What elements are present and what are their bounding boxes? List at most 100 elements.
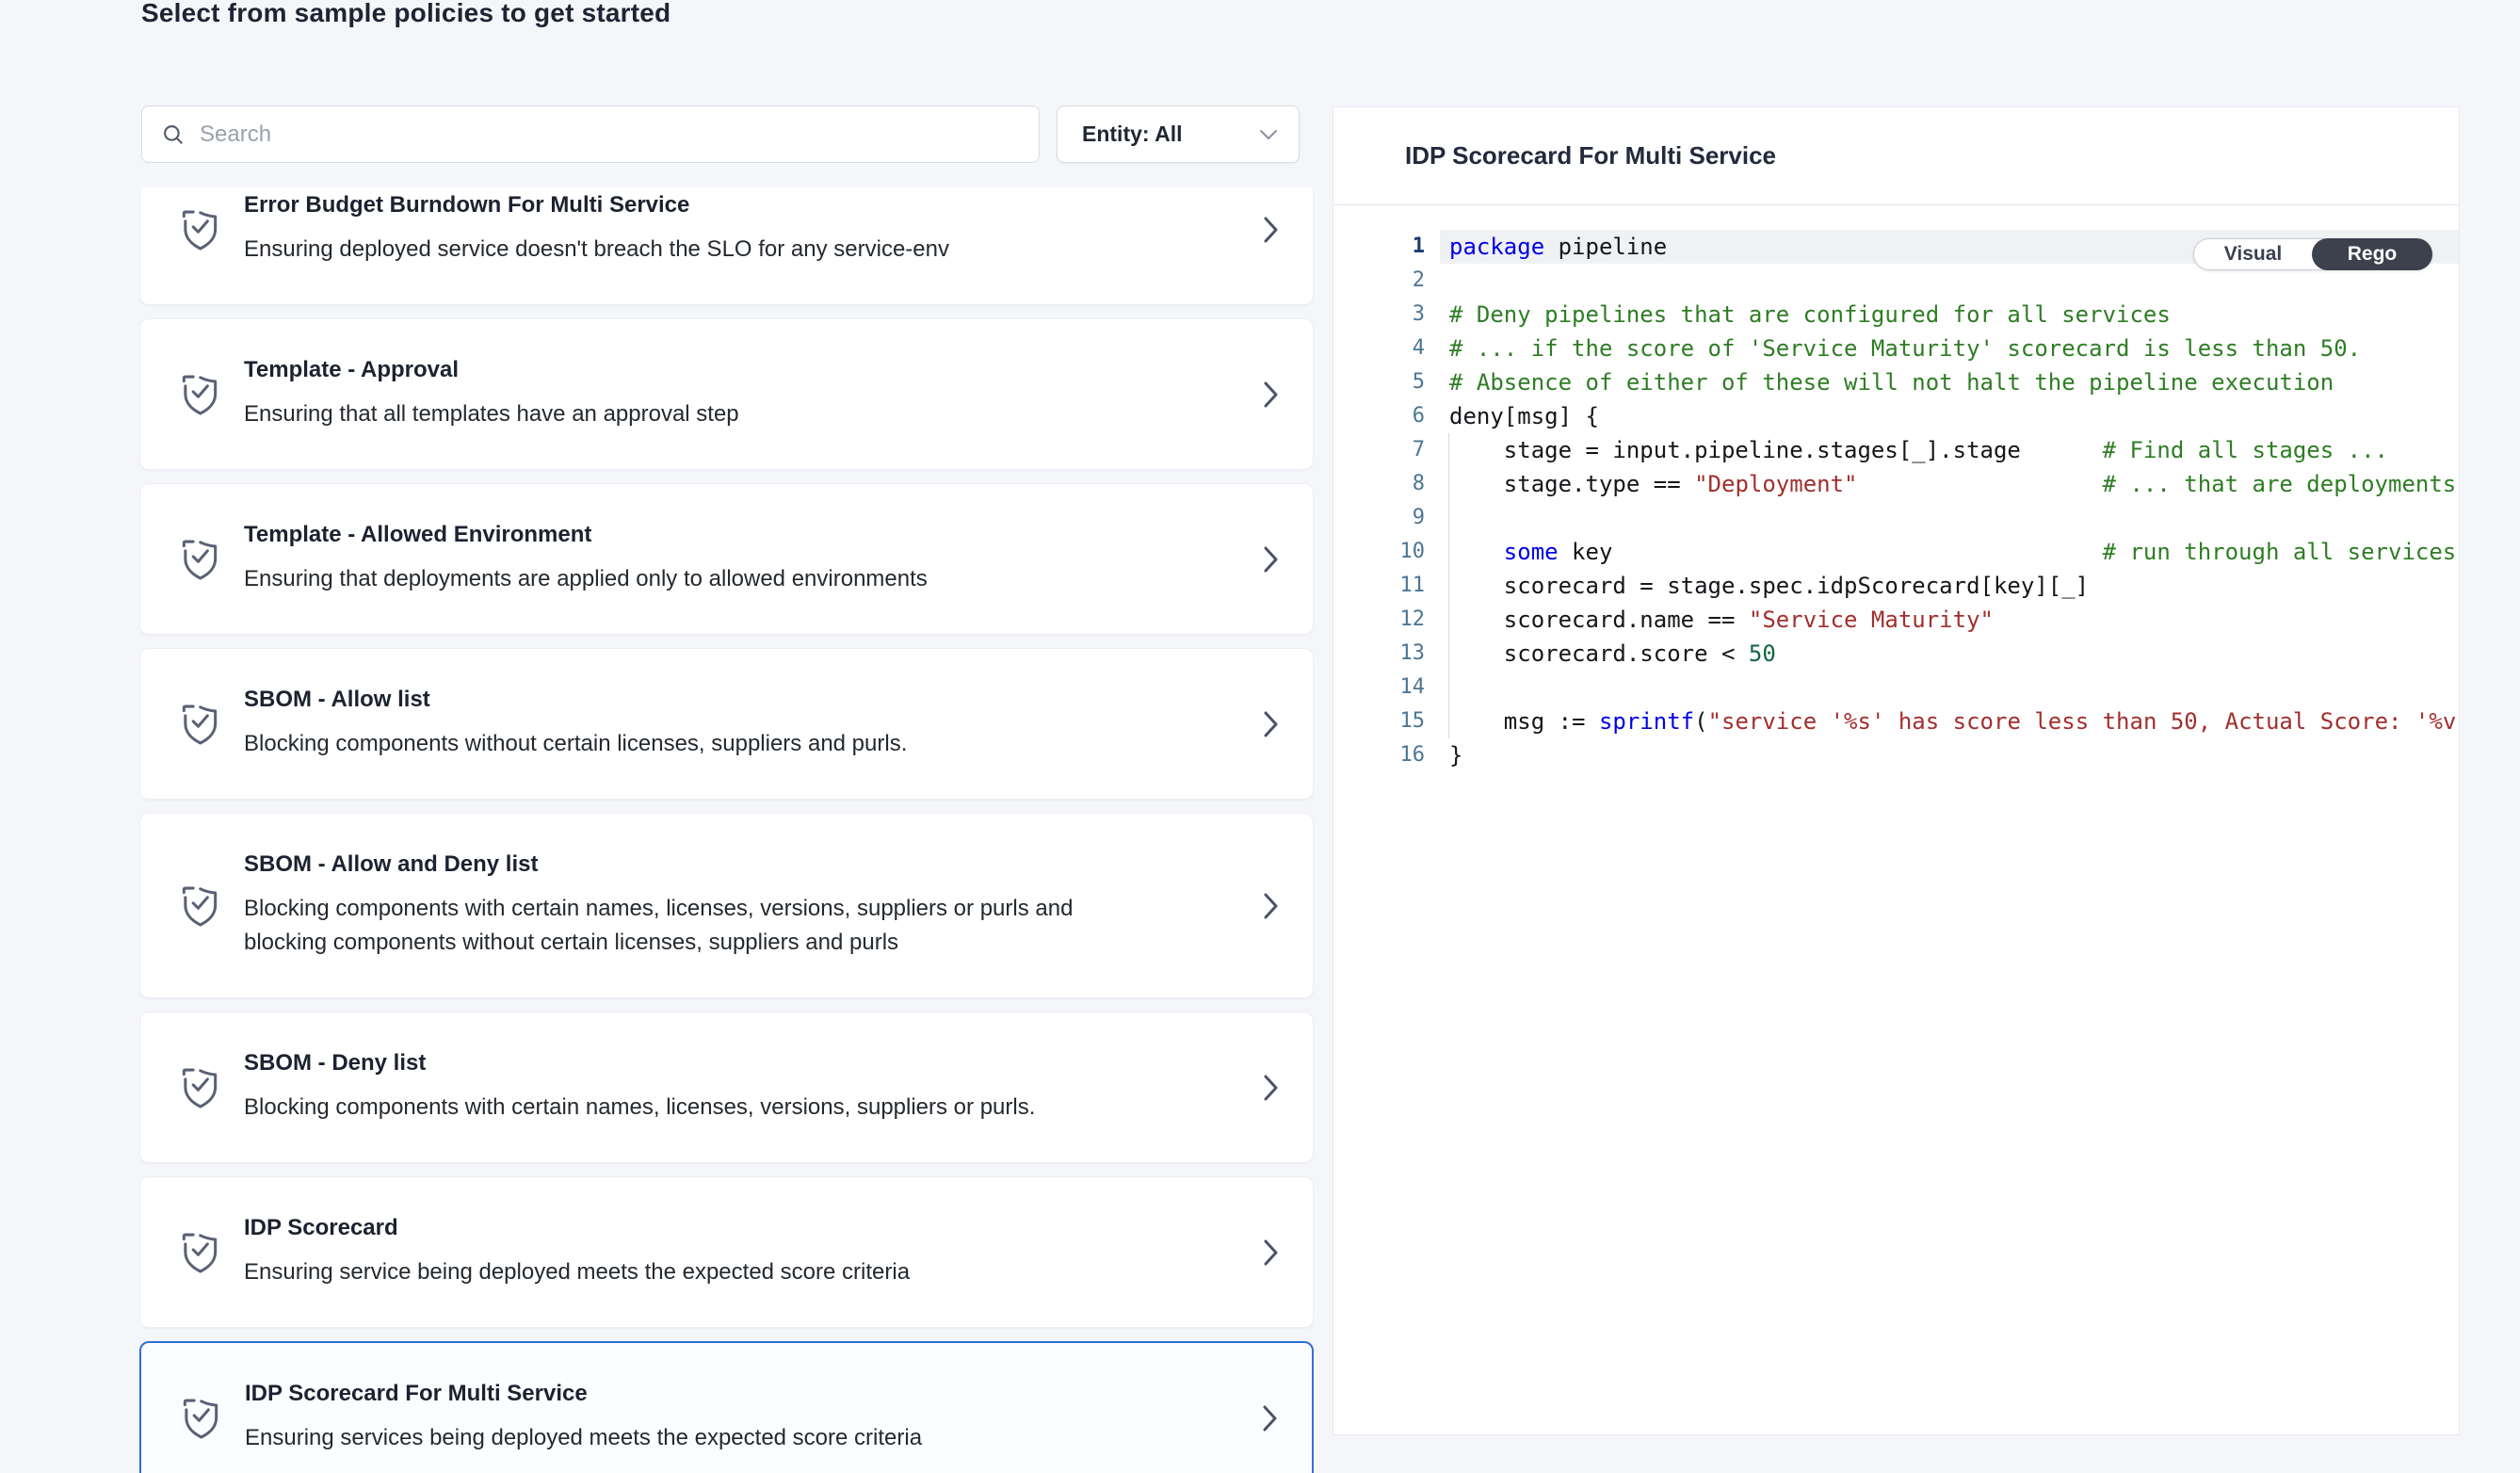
policy-card[interactable]: SBOM - Allow list Blocking components wi… [139, 648, 1314, 800]
policy-card[interactable]: IDP Scorecard Ensuring service being dep… [139, 1176, 1314, 1328]
entity-filter-dropdown[interactable]: Entity: All [1057, 105, 1300, 163]
line-content: # ... if the score of 'Service Maturity'… [1440, 332, 2459, 365]
line-number: 14 [1333, 671, 1425, 704]
chevron-right-icon [1264, 380, 1279, 409]
policy-shield-check-icon [178, 1064, 221, 1111]
policy-card-title: Error Budget Burndown For Multi Service [244, 192, 949, 219]
chevron-right-icon [1264, 545, 1279, 574]
chevron-right-icon [1264, 892, 1279, 920]
line-number: 15 [1333, 704, 1425, 738]
search-icon [161, 122, 186, 147]
chevron-right-icon [1264, 1238, 1279, 1267]
policy-shield-check-icon [179, 1395, 222, 1442]
visual-rego-toggle[interactable]: Visual Rego [2193, 238, 2432, 270]
policy-card-description: Blocking components with certain names, … [244, 892, 1120, 960]
line-content: msg := sprintf("service '%s' has score l… [1440, 704, 2459, 738]
policy-card-title: Template - Approval [244, 357, 739, 383]
preview-title: IDP Scorecard For Multi Service [1405, 141, 1776, 170]
policy-card-text: SBOM - Deny list Blocking components wit… [244, 1050, 1035, 1125]
policy-card-text: IDP Scorecard Ensuring service being dep… [244, 1215, 910, 1289]
code-line: 6 deny[msg] { [1333, 399, 2459, 433]
policy-card-title: SBOM - Deny list [244, 1050, 1035, 1076]
code-line: 12 scorecard.name == "Service Maturity" [1333, 603, 2459, 637]
policy-shield-check-icon [178, 371, 221, 418]
code-line: 3 # Deny pipelines that are configured f… [1333, 298, 2459, 332]
code-line: 14 [1333, 671, 2459, 704]
chevron-right-icon [1264, 216, 1279, 244]
line-number: 13 [1333, 637, 1425, 671]
policy-card[interactable]: SBOM - Allow and Deny list Blocking comp… [139, 813, 1314, 998]
line-number: 4 [1333, 332, 1425, 365]
chevron-right-icon [1264, 710, 1279, 738]
policy-card-title: IDP Scorecard [244, 1215, 910, 1241]
policy-card[interactable]: SBOM - Deny list Blocking components wit… [139, 1012, 1314, 1163]
policy-shield-check-icon [178, 536, 221, 583]
line-number: 9 [1333, 501, 1425, 535]
rego-code-editor[interactable]: 1 package pipeline 2 3 # Deny pipelines … [1333, 205, 2459, 772]
policy-card-title: SBOM - Allow list [244, 687, 907, 713]
policy-card-text: Template - Allowed Environment Ensuring … [244, 522, 928, 596]
line-number: 1 [1333, 230, 1425, 264]
policy-card[interactable]: Template - Approval Ensuring that all te… [139, 318, 1314, 470]
search-input[interactable] [200, 121, 1020, 148]
chevron-right-icon [1264, 1074, 1279, 1102]
policy-card-description: Blocking components with certain names, … [244, 1091, 1035, 1125]
line-number: 11 [1333, 569, 1425, 603]
policy-card-text: SBOM - Allow list Blocking components wi… [244, 687, 907, 761]
policy-list-viewport: Error Budget Burndown For Multi Service … [139, 187, 1314, 1473]
policy-card[interactable]: Error Budget Burndown For Multi Service … [139, 187, 1314, 305]
line-number: 2 [1333, 264, 1425, 298]
policy-shield-check-icon [178, 1229, 221, 1276]
policy-card-description: Ensuring service being deployed meets th… [244, 1255, 910, 1289]
line-content: scorecard.score < 50 [1440, 637, 2459, 671]
line-content: } [1440, 738, 2459, 772]
policy-shield-check-icon [178, 882, 221, 930]
policy-card-description: Ensuring that all templates have an appr… [244, 397, 739, 431]
policy-card-description: Ensuring deployed service doesn't breach… [244, 233, 949, 267]
preview-header: IDP Scorecard For Multi Service [1333, 107, 2459, 205]
policy-card[interactable]: Template - Allowed Environment Ensuring … [139, 483, 1314, 635]
code-line: 7 stage = input.pipeline.stages[_].stage… [1333, 433, 2459, 467]
line-content: stage.type == "Deployment" # ... that ar… [1440, 467, 2459, 501]
policy-preview-panel: IDP Scorecard For Multi Service Visual R… [1333, 106, 2460, 1435]
policy-card[interactable]: IDP Scorecard For Multi Service Ensuring… [139, 1341, 1314, 1473]
policy-card-text: Error Budget Burndown For Multi Service … [244, 192, 949, 267]
search-box[interactable] [141, 105, 1040, 163]
policy-list: Error Budget Burndown For Multi Service … [139, 187, 1314, 1473]
line-number: 5 [1333, 365, 1425, 399]
line-content: scorecard = stage.spec.idpScorecard[key]… [1440, 569, 2459, 603]
policy-shield-check-icon [178, 701, 221, 748]
code-line: 9 [1333, 501, 2459, 535]
policy-card-text: IDP Scorecard For Multi Service Ensuring… [245, 1381, 922, 1455]
chevron-right-icon [1263, 1404, 1278, 1433]
line-content: # Deny pipelines that are configured for… [1440, 298, 2459, 332]
code-line: 11 scorecard = stage.spec.idpScorecard[k… [1333, 569, 2459, 603]
code-line: 15 msg := sprintf("service '%s' has scor… [1333, 704, 2459, 738]
policy-card-description: Blocking components without certain lice… [244, 727, 907, 761]
line-content [1440, 671, 2459, 704]
policy-card-title: Template - Allowed Environment [244, 522, 928, 548]
policy-card-text: Template - Approval Ensuring that all te… [244, 357, 739, 431]
line-number: 10 [1333, 535, 1425, 569]
toggle-option-visual[interactable]: Visual [2194, 239, 2312, 269]
line-content: deny[msg] { [1440, 399, 2459, 433]
line-number: 3 [1333, 298, 1425, 332]
line-content: stage = input.pipeline.stages[_].stage #… [1440, 433, 2459, 467]
line-content: scorecard.name == "Service Maturity" [1440, 603, 2459, 637]
policy-card-title: SBOM - Allow and Deny list [244, 851, 1120, 878]
entity-filter-label: Entity: All [1082, 121, 1182, 147]
line-content: # Absence of either of these will not ha… [1440, 365, 2459, 399]
policy-card-description: Ensuring services being deployed meets t… [245, 1421, 922, 1455]
policy-card-description: Ensuring that deployments are applied on… [244, 562, 928, 596]
line-number: 12 [1333, 603, 1425, 637]
code-line: 5 # Absence of either of these will not … [1333, 365, 2459, 399]
code-line: 16 } [1333, 738, 2459, 772]
line-number: 16 [1333, 738, 1425, 772]
line-number: 7 [1333, 433, 1425, 467]
toggle-option-rego[interactable]: Rego [2312, 238, 2432, 270]
code-line: 10 some key # run through all services [1333, 535, 2459, 569]
chevron-down-icon [1259, 129, 1278, 140]
code-line: 4 # ... if the score of 'Service Maturit… [1333, 332, 2459, 365]
policy-card-text: SBOM - Allow and Deny list Blocking comp… [244, 851, 1120, 960]
policy-card-title: IDP Scorecard For Multi Service [245, 1381, 922, 1407]
